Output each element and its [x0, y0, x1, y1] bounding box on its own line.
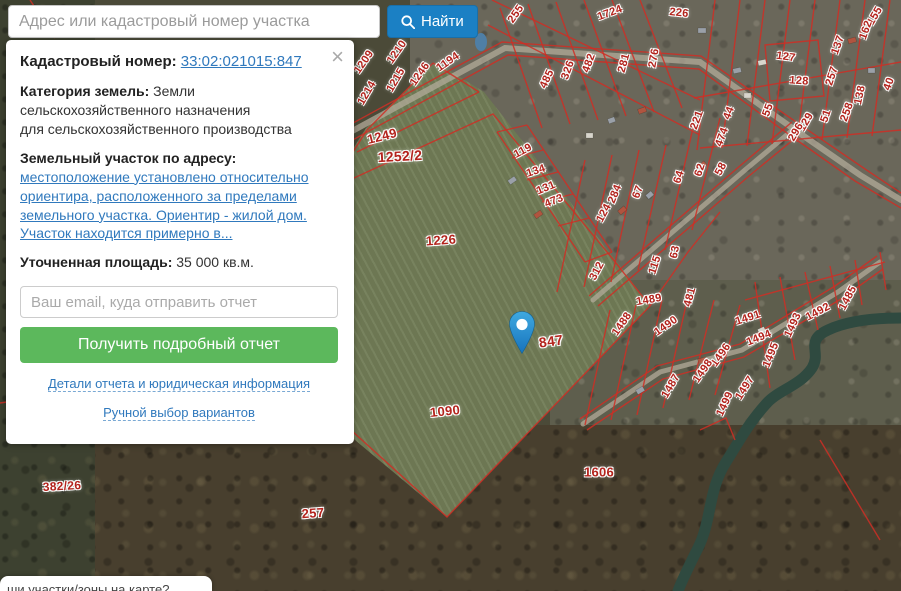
- parcel-label[interactable]: 128: [789, 74, 809, 87]
- find-button[interactable]: Найти: [387, 5, 478, 38]
- cadastral-map-app: 255 1724 226 1209 1210 1215 1214 1246 1194 485 326…: [0, 0, 901, 591]
- details-link-row: Детали отчета и юридическая информация: [20, 374, 338, 393]
- area-row: Уточненная площадь: 35 000 кв.м.: [20, 253, 338, 272]
- map-pin[interactable]: [509, 311, 535, 354]
- address-link[interactable]: местоположение установлено относительно …: [20, 169, 309, 242]
- email-field[interactable]: [20, 286, 338, 319]
- manual-select-link[interactable]: Ручной выбор вариантов: [103, 405, 255, 422]
- land-category-row: Категория земель: Земли сельскохозяйстве…: [20, 82, 338, 139]
- address-row: Земельный участок по адресу: местоположе…: [20, 149, 338, 243]
- cadastral-number-label: Кадастровый номер:: [20, 53, 177, 70]
- parcel-info-panel: × Кадастровый номер: 33:02:021015:847 Ка…: [6, 40, 354, 445]
- cadastral-number-row: Кадастровый номер: 33:02:021015:847: [20, 52, 338, 72]
- get-report-button[interactable]: Получить подробный отчет: [20, 327, 338, 364]
- search-icon: [401, 14, 415, 29]
- land-use-value: для сельскохозяйственного производства: [20, 121, 292, 138]
- search-input[interactable]: [8, 5, 380, 38]
- parcel-label[interactable]: 382/26: [42, 478, 81, 494]
- parcel-label[interactable]: 847: [538, 331, 564, 350]
- parcel-label[interactable]: 127: [776, 50, 797, 65]
- area-value: 35 000 кв.м.: [176, 254, 254, 271]
- parcel-label[interactable]: 257: [301, 505, 325, 522]
- area-label: Уточненная площадь:: [20, 254, 173, 271]
- manual-link-row: Ручной выбор вариантов: [20, 403, 338, 422]
- parcel-label[interactable]: 1606: [584, 465, 614, 480]
- bottom-tooltip[interactable]: ши участки/зоны на карте?: [0, 576, 212, 591]
- search-bar: Найти: [8, 5, 478, 38]
- parcel-label[interactable]: 1252/2: [377, 147, 422, 165]
- cadastral-number-link[interactable]: 33:02:021015:847: [181, 53, 302, 70]
- report-details-link[interactable]: Детали отчета и юридическая информация: [47, 376, 311, 393]
- parcel-label[interactable]: 226: [669, 6, 689, 20]
- close-icon[interactable]: ×: [331, 46, 344, 68]
- find-button-label: Найти: [421, 13, 464, 30]
- parcel-label[interactable]: 1090: [429, 402, 461, 420]
- address-label: Земельный участок по адресу:: [20, 149, 237, 166]
- land-category-label: Категория земель:: [20, 83, 150, 100]
- bottom-tooltip-text: ши участки/зоны на карте?: [7, 582, 170, 591]
- parcel-label[interactable]: 1226: [425, 231, 456, 248]
